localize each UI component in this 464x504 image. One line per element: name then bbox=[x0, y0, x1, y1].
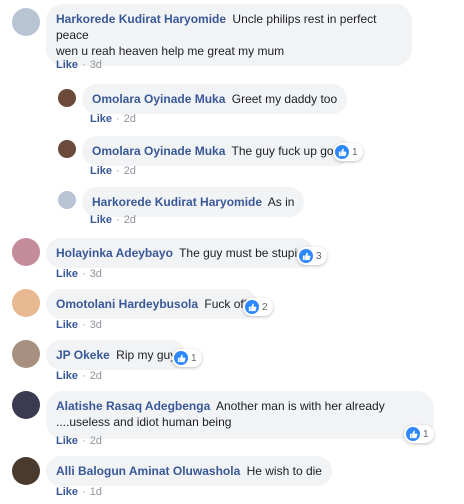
comment-meta: Like · 2d bbox=[56, 434, 102, 448]
avatar[interactable] bbox=[12, 391, 40, 419]
comment-author[interactable]: Holayinka Adeybayo bbox=[56, 246, 173, 260]
like-link[interactable]: Like bbox=[90, 165, 112, 177]
comment-author[interactable]: Harkorede Kudirat Haryomide bbox=[92, 195, 262, 209]
comment-author[interactable]: Omolara Oyinade Muka bbox=[92, 144, 225, 158]
timestamp[interactable]: 2d bbox=[90, 370, 102, 382]
comment-text: He wish to die bbox=[246, 464, 322, 478]
comment-text: The guy must be stupid bbox=[179, 246, 304, 260]
avatar[interactable] bbox=[12, 457, 40, 485]
comment-meta: Like · 1d bbox=[56, 485, 102, 499]
like-link[interactable]: Like bbox=[56, 486, 78, 498]
avatar[interactable] bbox=[58, 140, 76, 158]
comment-author[interactable]: Omotolani Hardeybusola bbox=[56, 297, 198, 311]
separator: · bbox=[82, 59, 86, 71]
avatar[interactable] bbox=[12, 289, 40, 317]
separator: · bbox=[82, 435, 86, 447]
comment-meta: Like · 3d bbox=[56, 58, 102, 72]
separator: · bbox=[116, 113, 120, 125]
reaction-number: 1 bbox=[423, 428, 429, 440]
comment-text: Greet my daddy too bbox=[231, 92, 338, 106]
comment-text: The guy fuck up gon bbox=[231, 144, 341, 158]
comment-meta: Like · 2d bbox=[90, 112, 136, 126]
comment-author[interactable]: Alatishe Rasaq Adegbenga bbox=[56, 399, 210, 413]
timestamp[interactable]: 2d bbox=[124, 165, 136, 177]
comment-bubble: Omotolani Hardeybusola Fuck off bbox=[46, 289, 257, 319]
separator: · bbox=[82, 370, 86, 382]
avatar[interactable] bbox=[58, 191, 76, 209]
timestamp[interactable]: 2d bbox=[124, 214, 136, 226]
comment-meta: Like · 3d bbox=[56, 318, 102, 332]
comment-author[interactable]: JP Okeke bbox=[56, 348, 110, 362]
comment-bubble: Harkorede Kudirat Haryomide Uncle philip… bbox=[46, 4, 412, 66]
comment-meta: Like · 2d bbox=[90, 213, 136, 227]
comment-bubble: Omolara Oyinade Muka Greet my daddy too bbox=[82, 84, 348, 114]
comment-text-line2: ....useless and idiot human being bbox=[56, 415, 232, 429]
comment-author[interactable]: Omolara Oyinade Muka bbox=[92, 92, 225, 106]
like-link[interactable]: Like bbox=[90, 113, 112, 125]
reaction-number: 1 bbox=[352, 146, 358, 158]
reaction-count[interactable]: 1 bbox=[404, 425, 434, 443]
like-link[interactable]: Like bbox=[90, 214, 112, 226]
separator: · bbox=[116, 214, 120, 226]
avatar[interactable] bbox=[12, 8, 40, 36]
comment-author[interactable]: Harkorede Kudirat Haryomide bbox=[56, 12, 226, 26]
avatar[interactable] bbox=[12, 340, 40, 368]
comment-bubble: Holayinka Adeybayo The guy must be stupi… bbox=[46, 238, 314, 268]
reaction-number: 2 bbox=[262, 301, 268, 313]
comment-text-line2: wen u reah heaven help me great my mum bbox=[56, 44, 285, 58]
reaction-number: 3 bbox=[316, 250, 322, 262]
comment-bubble: Alli Balogun Aminat Oluwashola He wish t… bbox=[46, 456, 332, 486]
reaction-count[interactable]: 2 bbox=[243, 298, 273, 316]
timestamp[interactable]: 3d bbox=[90, 59, 102, 71]
comment-text: Fuck off bbox=[204, 297, 247, 311]
thumbs-up-icon bbox=[299, 249, 313, 263]
separator: · bbox=[82, 319, 86, 331]
timestamp[interactable]: 2d bbox=[124, 113, 136, 125]
comment-bubble: JP Okeke Rip my guy bbox=[46, 340, 187, 370]
like-link[interactable]: Like bbox=[56, 370, 78, 382]
timestamp[interactable]: 1d bbox=[90, 486, 102, 498]
separator: · bbox=[116, 165, 120, 177]
comment-bubble: Omolara Oyinade Muka The guy fuck up gon bbox=[82, 136, 351, 166]
like-link[interactable]: Like bbox=[56, 268, 78, 280]
timestamp[interactable]: 3d bbox=[90, 268, 102, 280]
comment-meta: Like · 3d bbox=[56, 267, 102, 281]
thumbs-up-icon bbox=[245, 300, 259, 314]
timestamp[interactable]: 3d bbox=[90, 319, 102, 331]
timestamp[interactable]: 2d bbox=[90, 435, 102, 447]
comment-text: Another man is with her already bbox=[215, 399, 385, 413]
avatar[interactable] bbox=[58, 89, 76, 107]
comment-meta: Like · 2d bbox=[56, 369, 102, 383]
separator: · bbox=[82, 486, 86, 498]
reaction-number: 1 bbox=[191, 352, 197, 364]
thumbs-up-icon bbox=[406, 427, 420, 441]
thumbs-up-icon bbox=[174, 351, 188, 365]
reaction-count[interactable]: 1 bbox=[333, 143, 363, 161]
comment-text: Rip my guy bbox=[116, 348, 177, 362]
comment-author[interactable]: Alli Balogun Aminat Oluwashola bbox=[56, 464, 240, 478]
reaction-count[interactable]: 3 bbox=[297, 247, 327, 265]
comment-meta: Like · 2d bbox=[90, 164, 136, 178]
reaction-count[interactable]: 1 bbox=[172, 349, 202, 367]
thumbs-up-icon bbox=[335, 145, 349, 159]
comment-bubble: Alatishe Rasaq Adegbenga Another man is … bbox=[46, 391, 434, 439]
like-link[interactable]: Like bbox=[56, 319, 78, 331]
comment-text: As in bbox=[267, 195, 295, 209]
avatar[interactable] bbox=[12, 238, 40, 266]
like-link[interactable]: Like bbox=[56, 435, 78, 447]
separator: · bbox=[82, 268, 86, 280]
like-link[interactable]: Like bbox=[56, 59, 78, 71]
